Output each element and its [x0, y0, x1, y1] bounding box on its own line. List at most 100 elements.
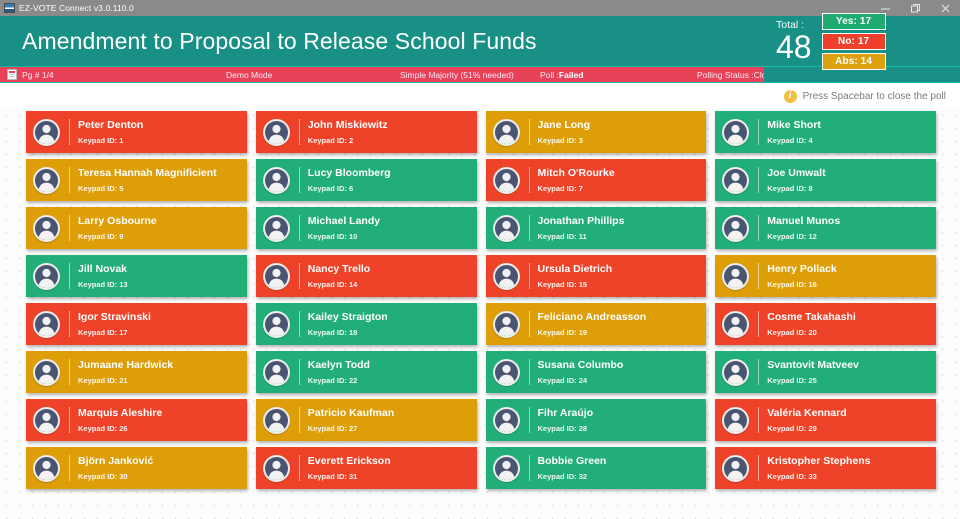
voter-name: Everett Erickson — [308, 455, 391, 468]
maximize-restore-button[interactable] — [900, 0, 930, 16]
voter-card-text: Valéria KennardKeypad ID: 29 — [767, 407, 846, 434]
person-icon — [495, 361, 518, 384]
voter-card[interactable]: Michael LandyKeypad ID: 10 — [256, 207, 477, 249]
voter-card-text: Henry PollackKeypad ID: 16 — [767, 263, 836, 290]
voter-card-text: Svantovit MatveevKeypad ID: 25 — [767, 359, 859, 386]
voter-name: Mitch O'Rourke — [538, 167, 615, 180]
voter-card[interactable]: Manuel MunosKeypad ID: 12 — [715, 207, 936, 249]
voter-keypad-id: Keypad ID: 20 — [767, 327, 856, 338]
voter-card[interactable]: Nancy TrelloKeypad ID: 14 — [256, 255, 477, 297]
page-title: Amendment to Proposal to Release School … — [0, 16, 764, 66]
page-icon — [7, 69, 17, 80]
voter-card[interactable]: Björn JankovićKeypad ID: 30 — [26, 447, 247, 489]
close-button[interactable] — [930, 0, 960, 16]
voter-card[interactable]: Henry PollackKeypad ID: 16 — [715, 255, 936, 297]
voter-card[interactable]: Igor StravinskiKeypad ID: 17 — [26, 303, 247, 345]
person-icon — [35, 169, 58, 192]
voter-card[interactable]: Jill NovakKeypad ID: 13 — [26, 255, 247, 297]
voter-name: Kailey Straigton — [308, 311, 388, 324]
voter-card[interactable]: Jane LongKeypad ID: 3 — [486, 111, 707, 153]
avatar — [722, 407, 749, 434]
voter-name: Manuel Munos — [767, 215, 840, 228]
person-icon — [724, 217, 747, 240]
voter-card[interactable]: Ursula DietrichKeypad ID: 15 — [486, 255, 707, 297]
voter-card[interactable]: Fihr AraújoKeypad ID: 28 — [486, 399, 707, 441]
card-divider — [69, 119, 70, 145]
voter-name: John Miskiewitz — [308, 119, 388, 132]
voter-card[interactable]: Mitch O'RourkeKeypad ID: 7 — [486, 159, 707, 201]
voter-name: Cosme Takahashi — [767, 311, 856, 324]
voter-name: Marquis Aleshire — [78, 407, 162, 420]
avatar — [493, 167, 520, 194]
voter-card[interactable]: Cosme Takahashi Keypad ID: 20 — [715, 303, 936, 345]
voter-keypad-id: Keypad ID: 6 — [308, 183, 391, 194]
voter-card[interactable]: Teresa Hannah MagnificientKeypad ID: 5 — [26, 159, 247, 201]
application-window: EZ-VOTE Connect v3.0.110.0 Amendment to … — [0, 0, 960, 519]
voter-name: Teresa Hannah Magnificient — [78, 167, 217, 180]
avatar — [493, 455, 520, 482]
voter-keypad-id: Keypad ID: 27 — [308, 423, 394, 434]
voter-card-text: John MiskiewitzKeypad ID: 2 — [308, 119, 388, 146]
voter-card[interactable]: Valéria KennardKeypad ID: 29 — [715, 399, 936, 441]
avatar — [722, 215, 749, 242]
voter-card-text: Björn JankovićKeypad ID: 30 — [78, 455, 153, 482]
voter-keypad-id: Keypad ID: 16 — [767, 279, 836, 290]
avatar — [493, 407, 520, 434]
voter-card[interactable]: Joe UmwaltKeypad ID: 8 — [715, 159, 936, 201]
voter-card[interactable]: Jumaane HardwickKeypad ID: 21 — [26, 351, 247, 393]
voter-card[interactable]: Everett EricksonKeypad ID: 31 — [256, 447, 477, 489]
avatar — [722, 119, 749, 146]
voter-card-text: Everett EricksonKeypad ID: 31 — [308, 455, 391, 482]
voter-card-text: Kristopher StephensKeypad ID: 33 — [767, 455, 870, 482]
voter-card-text: Mitch O'RourkeKeypad ID: 7 — [538, 167, 615, 194]
person-icon — [724, 121, 747, 144]
avatar — [33, 167, 60, 194]
polling-status-value: Closed — [754, 70, 780, 80]
voter-card-text: Manuel MunosKeypad ID: 12 — [767, 215, 840, 242]
voter-keypad-id: Keypad ID: 33 — [767, 471, 870, 482]
voter-card-text: Feliciano AndreassonKeypad ID: 19 — [538, 311, 647, 338]
voter-card[interactable]: Feliciano AndreassonKeypad ID: 19 — [486, 303, 707, 345]
voter-card[interactable]: Lucy BloombergKeypad ID: 6 — [256, 159, 477, 201]
card-divider — [758, 167, 759, 193]
card-divider — [69, 359, 70, 385]
card-divider — [529, 407, 530, 433]
avatar — [33, 263, 60, 290]
card-divider — [299, 119, 300, 145]
voter-name: Ursula Dietrich — [538, 263, 613, 276]
voter-name: Peter Denton — [78, 119, 143, 132]
voter-keypad-id: Keypad ID: 4 — [767, 135, 821, 146]
voter-name: Patricio Kaufman — [308, 407, 394, 420]
voter-card[interactable]: Jonathan PhillipsKeypad ID: 11 — [486, 207, 707, 249]
poll-header: Amendment to Proposal to Release School … — [0, 16, 960, 66]
person-icon — [265, 265, 288, 288]
voter-card[interactable]: Svantovit MatveevKeypad ID: 25 — [715, 351, 936, 393]
voter-card[interactable]: Kailey StraigtonKeypad ID: 18 — [256, 303, 477, 345]
voter-card[interactable]: Kaelyn ToddKeypad ID: 22 — [256, 351, 477, 393]
voter-card[interactable]: Bobbie GreenKeypad ID: 32 — [486, 447, 707, 489]
voter-card[interactable]: Patricio Kaufman Keypad ID: 27 — [256, 399, 477, 441]
voter-name: Nancy Trello — [308, 263, 370, 276]
window-title: EZ-VOTE Connect v3.0.110.0 — [19, 3, 134, 13]
vote-tally-panel: Total : 48 Yes: 17 No: 17 Abs: 14 — [764, 16, 960, 66]
voter-card[interactable]: Mike ShortKeypad ID: 4 — [715, 111, 936, 153]
voter-card[interactable]: Susana ColumboKeypad ID: 24 — [486, 351, 707, 393]
card-divider — [529, 455, 530, 481]
total-votes-value: 48 — [776, 31, 812, 63]
card-divider — [299, 311, 300, 337]
voter-card[interactable]: Marquis Aleshire Keypad ID: 26 — [26, 399, 247, 441]
voter-keypad-id: Keypad ID: 1 — [78, 135, 143, 146]
voter-name: Svantovit Matveev — [767, 359, 859, 372]
card-divider — [299, 359, 300, 385]
polling-status: Polling Status : Closed — [697, 70, 780, 80]
person-icon — [265, 409, 288, 432]
voter-card[interactable]: Larry OsbourneKeypad ID: 9 — [26, 207, 247, 249]
voter-card[interactable]: John MiskiewitzKeypad ID: 2 — [256, 111, 477, 153]
person-icon — [265, 313, 288, 336]
voter-card[interactable]: Peter Denton Keypad ID: 1 — [26, 111, 247, 153]
voter-card[interactable]: Kristopher StephensKeypad ID: 33 — [715, 447, 936, 489]
app-logo-icon — [4, 3, 15, 13]
voter-name: Jumaane Hardwick — [78, 359, 173, 372]
card-divider — [69, 167, 70, 193]
voter-keypad-id: Keypad ID: 26 — [78, 423, 162, 434]
